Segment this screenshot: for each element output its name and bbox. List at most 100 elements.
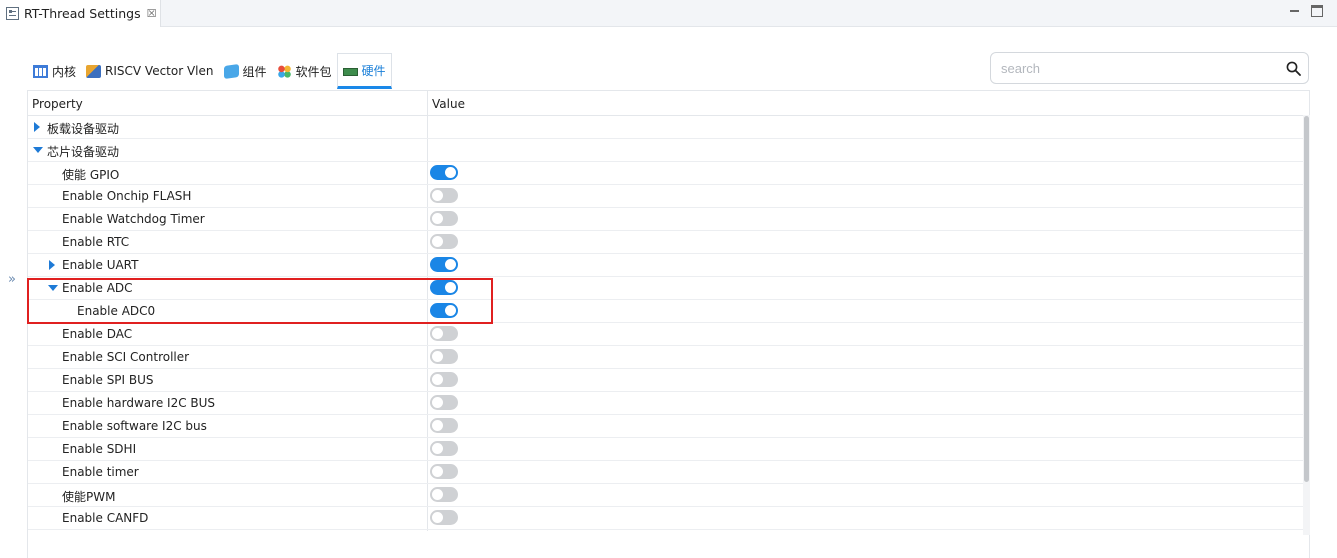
toggle-knob (432, 328, 443, 339)
editor-tab-rt-thread-settings[interactable]: RT-Thread Settings ☒ (0, 0, 161, 27)
toggle-knob (432, 213, 443, 224)
row-label: 芯片设备驱动 (47, 145, 120, 159)
row-label: Enable software I2C bus (62, 419, 207, 433)
toggle-switch[interactable] (430, 280, 458, 295)
package-icon (276, 64, 292, 78)
table-row[interactable]: Enable SCI Controller (28, 346, 1304, 369)
toggle-knob (445, 305, 456, 316)
tab-label: 组件 (242, 64, 267, 79)
toggle-switch[interactable] (430, 418, 458, 433)
board-icon (342, 68, 358, 76)
expand-down-icon[interactable] (48, 285, 58, 291)
table-row[interactable]: Enable UART (28, 254, 1304, 277)
toggle-knob (432, 512, 443, 523)
toggle-knob (432, 190, 443, 201)
toggle-switch[interactable] (430, 372, 458, 387)
row-label: Enable Onchip FLASH (62, 189, 192, 203)
row-label: Enable CANFD (62, 511, 149, 525)
row-label: Enable DAC (62, 327, 133, 341)
rt-thread-settings-window: RT-Thread Settings ☒ 内核 RISCV Vector Vle… (0, 0, 1337, 558)
row-label: Enable timer (62, 465, 139, 479)
toggle-knob (432, 374, 443, 385)
tab-riscv-vector-vlen[interactable]: RISCV Vector Vlen (81, 53, 218, 89)
toggle-knob (432, 351, 443, 362)
column-header-value: Value (432, 97, 465, 111)
maximize-icon[interactable] (1311, 5, 1323, 17)
tab-label: 内核 (52, 64, 77, 79)
expand-right-icon[interactable] (34, 122, 40, 132)
table-row[interactable]: Enable ADC (28, 277, 1304, 300)
toggle-knob (445, 167, 456, 178)
row-label: 使能 GPIO (62, 168, 120, 182)
tab-hardware[interactable]: 硬件 (336, 53, 392, 89)
table-icon (33, 64, 48, 78)
search-input[interactable] (1001, 59, 1271, 77)
toggle-switch[interactable] (430, 349, 458, 364)
row-label: Enable hardware I2C BUS (62, 396, 216, 410)
search-icon[interactable] (1286, 61, 1301, 76)
settings-icon (6, 7, 19, 20)
minimize-icon[interactable] (1289, 5, 1301, 17)
editor-tab-bar: RT-Thread Settings ☒ (0, 0, 1337, 27)
table-row[interactable]: Enable RTC (28, 231, 1304, 254)
table-row[interactable]: Enable Onchip FLASH (28, 185, 1304, 208)
toggle-knob (432, 236, 443, 247)
table-row[interactable]: 使能PWM (28, 484, 1304, 507)
table-row[interactable]: Enable software I2C bus (28, 415, 1304, 438)
toggle-switch[interactable] (430, 487, 458, 502)
expand-right-icon[interactable] (49, 260, 55, 270)
table-header: Property Value (28, 91, 1309, 116)
row-label: 板载设备驱动 (47, 122, 120, 136)
table-row[interactable]: Enable DAC (28, 323, 1304, 346)
tab-components[interactable]: 组件 (219, 53, 272, 89)
toggle-knob (432, 397, 443, 408)
tab-label: 硬件 (361, 63, 386, 78)
table-row[interactable]: Enable hardware I2C BUS (28, 392, 1304, 415)
toggle-knob (432, 489, 443, 500)
toggle-switch[interactable] (430, 188, 458, 203)
tab-kernel[interactable]: 内核 (28, 53, 81, 89)
row-label: Enable SCI Controller (62, 350, 190, 364)
row-label: Enable SPI BUS (62, 373, 154, 387)
toggle-switch[interactable] (430, 303, 458, 318)
property-table: Property Value 板载设备驱动 芯片设备驱动使能 GPIO Enable… (27, 90, 1310, 558)
tab-label: RISCV Vector Vlen (105, 64, 214, 78)
toggle-switch[interactable] (430, 165, 458, 180)
toggle-switch[interactable] (430, 464, 458, 479)
editor-tab-title: RT-Thread Settings (24, 6, 141, 21)
close-icon[interactable]: ☒ (147, 7, 157, 20)
tab-packages[interactable]: 软件包 (272, 53, 337, 89)
toggle-knob (432, 443, 443, 454)
table-row[interactable]: Enable timer (28, 461, 1304, 484)
toggle-knob (445, 282, 456, 293)
search-field[interactable] (990, 52, 1309, 84)
cube-icon (223, 63, 239, 79)
expand-down-icon[interactable] (33, 147, 43, 153)
row-label: Enable UART (62, 258, 139, 272)
table-row[interactable]: Enable SDHI (28, 438, 1304, 461)
table-row[interactable]: 芯片设备驱动 (28, 139, 1304, 162)
row-label: Enable RTC (62, 235, 130, 249)
toggle-switch[interactable] (430, 257, 458, 272)
table-row[interactable]: 使能 GPIO (28, 162, 1304, 185)
toggle-switch[interactable] (430, 395, 458, 410)
table-row[interactable]: Enable CANFD (28, 507, 1304, 530)
scrollbar-thumb[interactable] (1304, 116, 1309, 482)
column-header-property: Property (32, 97, 83, 111)
toggle-knob (432, 466, 443, 477)
settings-tab-bar: 内核 RISCV Vector Vlen 组件 软件包 硬件 (28, 53, 392, 90)
toggle-switch[interactable] (430, 510, 458, 525)
row-label: Enable ADC0 (77, 304, 156, 318)
toggle-switch[interactable] (430, 326, 458, 341)
expand-panel-icon[interactable]: » (8, 272, 16, 287)
table-row[interactable]: Enable SPI BUS (28, 369, 1304, 392)
table-row[interactable]: Enable Watchdog Timer (28, 208, 1304, 231)
toggle-switch[interactable] (430, 234, 458, 249)
toggle-switch[interactable] (430, 211, 458, 226)
toggle-switch[interactable] (430, 441, 458, 456)
table-row[interactable]: 板载设备驱动 (28, 116, 1304, 139)
row-label: Enable ADC (62, 281, 133, 295)
table-row[interactable]: Enable ADC0 (28, 300, 1304, 323)
chip-icon (86, 64, 102, 78)
row-label: Enable Watchdog Timer (62, 212, 205, 226)
